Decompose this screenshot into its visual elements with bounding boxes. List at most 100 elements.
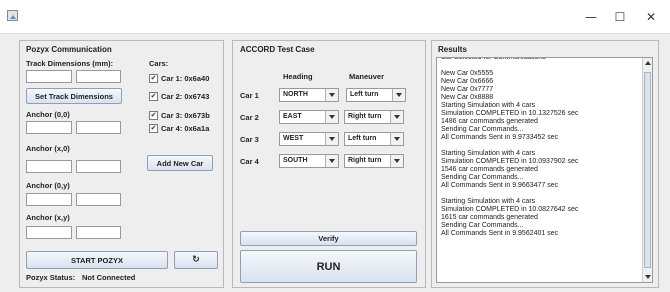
anchor-x0-x-input[interactable] [26, 160, 72, 173]
java-app-icon [7, 10, 18, 21]
check-icon: ✔ [150, 124, 157, 132]
scroll-down-icon[interactable] [643, 272, 652, 282]
close-icon: ✕ [645, 10, 657, 24]
results-log[interactable]: Car Selected for Communications New Car 0… [436, 57, 653, 283]
maneuver-column-header: Maneuver [349, 72, 385, 81]
pozyx-status-value: Not Connected [82, 273, 136, 282]
anchor-x0-y-input[interactable] [76, 160, 121, 173]
maximize-icon: ☐ [614, 10, 626, 24]
chevron-down-icon [390, 111, 403, 123]
log-line: New Car 0x7777 [441, 86, 494, 93]
car-1-row-label: Car 1 [240, 91, 259, 100]
log-line: Simulation COMPLETED in 10.0827642 sec [441, 206, 579, 213]
check-icon: ✔ [150, 92, 157, 100]
cars-label: Cars: [149, 59, 169, 68]
log-line: All Commands Sent in 9.9733452 sec [441, 134, 559, 141]
log-line: Sending Car Commands... [441, 222, 524, 229]
anchor-xy-y-input[interactable] [76, 226, 121, 239]
car-1-maneuver-select[interactable]: Left turn [346, 88, 406, 102]
car-2-heading-select[interactable]: EAST [279, 110, 339, 124]
anchor-x0-label: Anchor (x,0) [26, 144, 70, 153]
chevron-down-icon [392, 89, 405, 101]
title-bar: — ☐ ✕ [0, 0, 670, 34]
car-4-maneuver-select[interactable]: Right turn [344, 154, 404, 168]
car-3-checkbox[interactable]: ✔ [149, 111, 158, 120]
car-3-label: Car 3: 0x673b [161, 111, 210, 120]
log-line: Starting Simulation with 4 cars [441, 198, 536, 205]
anchor-0y-label: Anchor (0,y) [26, 181, 70, 190]
car-4-maneuver-value: Right turn [348, 157, 382, 164]
log-line: 1486 car commands generated [441, 118, 538, 125]
anchor-xy-x-input[interactable] [26, 226, 72, 239]
chevron-down-icon [325, 155, 338, 167]
log-line: Starting Simulation with 4 cars [441, 102, 536, 109]
maximize-button[interactable]: ☐ [603, 0, 637, 34]
chevron-down-icon [325, 133, 338, 145]
minimize-icon: — [585, 10, 597, 24]
refresh-button[interactable]: ↻ [174, 251, 218, 269]
car-3-heading-value: WEST [283, 135, 304, 142]
pozyx-status-label: Pozyx Status: [26, 273, 76, 282]
close-button[interactable]: ✕ [634, 0, 668, 34]
anchor-0y-x-input[interactable] [26, 193, 72, 206]
log-line: New Car 0x8888 [441, 94, 494, 101]
log-line: Sending Car Commands... [441, 126, 524, 133]
run-button[interactable]: RUN [240, 250, 417, 283]
anchor-00-x-input[interactable] [26, 121, 72, 134]
car-2-checkbox[interactable]: ✔ [149, 92, 158, 101]
car-2-row-label: Car 2 [240, 113, 259, 122]
track-dimensions-label: Track Dimensions (mm): [26, 59, 114, 68]
anchor-00-y-input[interactable] [76, 121, 121, 134]
car-4-heading-select[interactable]: SOUTH [279, 154, 339, 168]
track-width-input[interactable] [26, 70, 72, 83]
results-log-lines: Car Selected for Communications New Car 0… [441, 58, 641, 238]
log-line: New Car 0x5555 [441, 70, 494, 77]
car-2-maneuver-select[interactable]: Right turn [344, 110, 404, 124]
scrollbar-thumb[interactable] [644, 72, 651, 268]
log-line: Sending Car Commands... [441, 174, 524, 181]
car-1-checkbox[interactable]: ✔ [149, 74, 158, 83]
log-line: All Commands Sent in 9.9562401 sec [441, 230, 559, 237]
heading-column-header: Heading [283, 72, 313, 81]
log-line: Simulation COMPLETED in 10.0937902 sec [441, 158, 579, 165]
car-2-maneuver-value: Right turn [348, 113, 382, 120]
car-3-heading-select[interactable]: WEST [279, 132, 339, 146]
chevron-down-icon [325, 89, 338, 101]
chevron-down-icon [390, 155, 403, 167]
log-line: 1615 car commands generated [441, 214, 538, 221]
results-panel-title: Results [438, 45, 467, 54]
car-4-row-label: Car 4 [240, 157, 259, 166]
car-4-heading-value: SOUTH [283, 157, 308, 164]
anchor-00-label: Anchor (0,0) [26, 110, 70, 119]
add-new-car-button[interactable]: Add New Car [147, 155, 213, 171]
car-1-label: Car 1: 0x6a40 [161, 74, 210, 83]
car-2-heading-value: EAST [283, 113, 302, 120]
car-2-label: Car 2: 0x6743 [161, 92, 210, 101]
chevron-down-icon [325, 111, 338, 123]
results-scrollbar[interactable] [642, 58, 652, 282]
car-3-maneuver-value: Left turn [348, 135, 377, 142]
set-track-dimensions-button[interactable]: Set Track Dimensions [26, 88, 122, 104]
anchor-0y-y-input[interactable] [76, 193, 121, 206]
verify-button[interactable]: Verify [240, 231, 417, 246]
car-3-row-label: Car 3 [240, 135, 259, 144]
log-line: 1546 car commands generated [441, 166, 538, 173]
start-pozyx-button[interactable]: START POZYX [26, 251, 168, 269]
log-line: Simulation COMPLETED in 10.1327526 sec [441, 110, 579, 117]
car-1-heading-value: NORTH [283, 91, 308, 98]
car-4-checkbox[interactable]: ✔ [149, 124, 158, 133]
track-height-input[interactable] [76, 70, 121, 83]
scroll-up-icon[interactable] [643, 58, 652, 68]
pozyx-panel-title: Pozyx Communication [26, 45, 112, 54]
car-1-heading-select[interactable]: NORTH [279, 88, 339, 102]
car-1-maneuver-value: Left turn [350, 91, 379, 98]
chevron-down-icon [390, 133, 403, 145]
check-icon: ✔ [150, 74, 157, 82]
car-3-maneuver-select[interactable]: Left turn [344, 132, 404, 146]
log-line: Starting Simulation with 4 cars [441, 150, 536, 157]
log-line: New Car 0x6666 [441, 78, 494, 85]
car-4-label: Car 4: 0x6a1a [161, 124, 210, 133]
